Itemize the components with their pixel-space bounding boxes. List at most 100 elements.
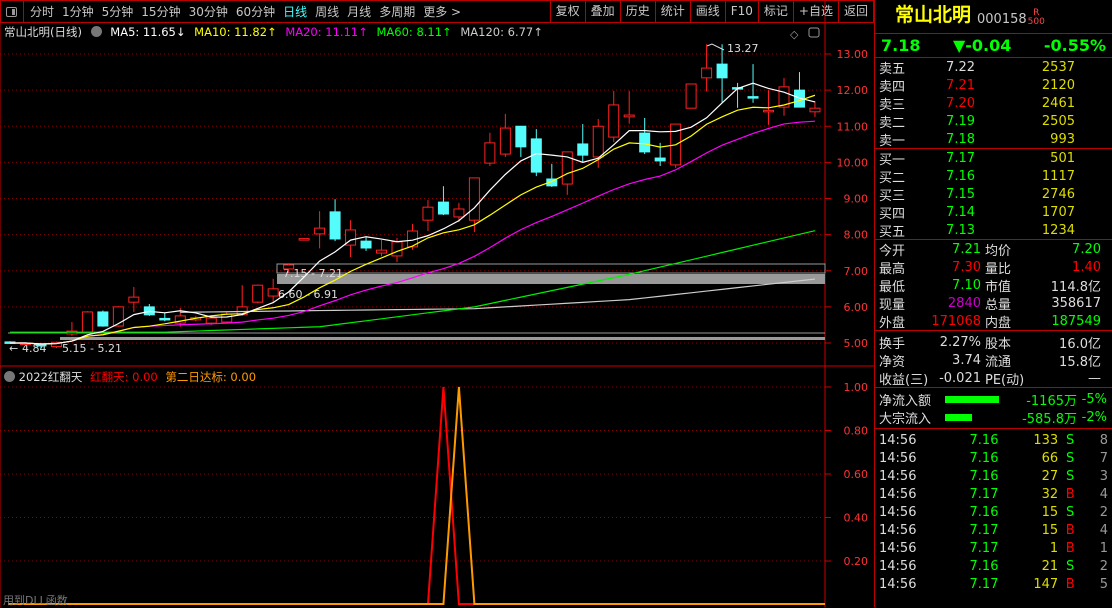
tick-price: 7.16 bbox=[969, 432, 999, 448]
period-tab-8[interactable]: 月线 bbox=[343, 3, 375, 20]
orderbook.bids-row: 买一 7.17 501 bbox=[875, 149, 1112, 168]
y-tick-label: 6.00 bbox=[844, 301, 869, 314]
candle-body bbox=[314, 227, 326, 235]
stat-label: 市值 bbox=[985, 279, 1012, 295]
toolbar-button-8[interactable]: 返回 bbox=[837, 1, 873, 22]
candle bbox=[345, 220, 357, 258]
annotation-zone3: 5.15 - 5.21 bbox=[62, 342, 122, 355]
stat-label: 总量 bbox=[985, 297, 1012, 313]
red-signal-line bbox=[8, 386, 825, 605]
toolbar-button-5[interactable]: F10 bbox=[724, 1, 758, 22]
period-tab-3[interactable]: 15分钟 bbox=[137, 3, 184, 20]
candle-body bbox=[391, 241, 403, 257]
tick-volume: 147 bbox=[1033, 576, 1059, 592]
period-tab-10[interactable]: 更多 > bbox=[419, 3, 465, 20]
candle-body bbox=[221, 313, 233, 323]
low-arrow-icon: ← bbox=[9, 342, 18, 355]
tick-price: 7.16 bbox=[969, 450, 999, 466]
candle bbox=[778, 77, 790, 116]
candle bbox=[81, 311, 93, 333]
stock-header: 常山北明 000158 R 500 bbox=[875, 0, 1112, 34]
toolbar-button-3[interactable]: 统计 bbox=[654, 1, 690, 22]
candle bbox=[484, 132, 496, 166]
layout-toggle-icon[interactable] bbox=[6, 6, 17, 17]
toolbar-button-1[interactable]: 叠加 bbox=[584, 1, 620, 22]
indicator-settings-icon[interactable] bbox=[4, 371, 15, 382]
stat-value: 171068 bbox=[931, 313, 981, 329]
candle bbox=[360, 237, 372, 251]
orderbook.bids-label: 买一 bbox=[879, 152, 906, 168]
panel-toggle-icon[interactable] bbox=[808, 27, 820, 38]
toolbar-button-0[interactable]: 复权 bbox=[549, 1, 585, 22]
tick-count: 7 bbox=[1099, 450, 1108, 466]
tick-side: S bbox=[1066, 504, 1075, 520]
period-tab-9[interactable]: 多周期 bbox=[375, 3, 419, 20]
orderbook.bids-row: 买二 7.16 1117 bbox=[875, 167, 1112, 186]
orderbook.bids-label: 买三 bbox=[879, 188, 906, 204]
stat-label: 换手 bbox=[879, 336, 906, 352]
stat-value: 15.8亿 bbox=[1059, 354, 1101, 370]
indicator-legend: 2022红翻天 红翻天: 0.00 第二日达标: 0.00 bbox=[4, 369, 256, 385]
period-tab-2[interactable]: 5分钟 bbox=[98, 3, 138, 20]
orderbook.asks-price: 7.19 bbox=[946, 113, 975, 129]
bid-list: 买一 7.17 501 买二 7.16 1117 买三 7.15 2746 买四 7.14 1707 买… bbox=[875, 149, 1112, 240]
toolbar-button-2[interactable]: 历史 bbox=[619, 1, 655, 22]
candle-body bbox=[747, 96, 759, 99]
flow-bar-wrap bbox=[945, 392, 1007, 407]
candle-body bbox=[763, 109, 775, 113]
candle bbox=[66, 322, 78, 336]
orderbook.bids-label: 买五 bbox=[879, 224, 906, 240]
chart-title: 常山北明(日线) bbox=[4, 25, 82, 39]
tick-time: 14:56 bbox=[879, 450, 917, 466]
toolbar-button-4[interactable]: 画线 bbox=[689, 1, 725, 22]
kline-chart[interactable]: 7.15 - 7.216.60 - 6.915.15 - 5.214.8413.… bbox=[0, 0, 874, 607]
orderbook.bids-price: 7.13 bbox=[946, 222, 975, 238]
tick-volume: 15 bbox=[1041, 504, 1059, 520]
settings-circle-icon[interactable] bbox=[90, 26, 102, 37]
candle bbox=[499, 113, 511, 157]
flow-bar bbox=[945, 413, 972, 421]
toolbar-button-7[interactable]: +自选 bbox=[792, 1, 838, 22]
diamond-icon[interactable]: ◇ bbox=[790, 28, 799, 41]
period-tab-5[interactable]: 60分钟 bbox=[232, 3, 279, 20]
ma-legend: 常山北明(日线) MA5: 11.65↓ MA10: 11.82↑ MA20: … bbox=[4, 24, 548, 40]
ma5-value: MA5: 11.65↓ bbox=[110, 25, 186, 39]
stat-label: 量比 bbox=[985, 261, 1012, 277]
tick-time: 14:56 bbox=[879, 522, 917, 538]
period-tab-0[interactable]: 分时 bbox=[26, 3, 58, 20]
tick-count: 3 bbox=[1099, 468, 1108, 484]
orderbook.asks-price: 7.22 bbox=[946, 59, 975, 75]
orderbook.bids-price: 7.15 bbox=[946, 186, 975, 202]
candle bbox=[608, 90, 620, 143]
orderbook.asks-row: 卖五 7.22 2537 bbox=[875, 58, 1112, 77]
stats-fundamental: 换手 2.27% 股本 16.0亿 净资 3.74 流通 15.8亿 收益(三) -0.021 PE… bbox=[875, 331, 1112, 388]
orderbook.bids-price: 7.14 bbox=[946, 204, 975, 220]
y-tick-label: 7.00 bbox=[844, 265, 869, 278]
candle-body bbox=[809, 107, 821, 113]
candle bbox=[376, 240, 388, 257]
orderbook.asks-price: 7.18 bbox=[946, 131, 975, 147]
tick-row: 14:56 7.16 27 S 3 bbox=[875, 467, 1112, 485]
candle-body bbox=[592, 125, 604, 158]
zone-band-2 bbox=[277, 274, 825, 284]
period-tab-7[interactable]: 周线 bbox=[311, 3, 343, 20]
tick-row: 14:56 7.16 21 S 2 bbox=[875, 557, 1112, 575]
y-tick-label: 9.00 bbox=[844, 193, 869, 206]
tick-price: 7.17 bbox=[969, 486, 999, 502]
tick-volume: 66 bbox=[1041, 450, 1059, 466]
period-tab-4[interactable]: 30分钟 bbox=[185, 3, 232, 20]
candle-body bbox=[159, 317, 171, 321]
period-tab-1[interactable]: 1分钟 bbox=[58, 3, 98, 20]
candle bbox=[468, 177, 480, 233]
orderbook.bids-row: 买五 7.13 1234 bbox=[875, 221, 1112, 240]
candle bbox=[422, 199, 434, 232]
period-tab-6[interactable]: 日线 bbox=[279, 3, 311, 20]
stat-value: 1.40 bbox=[1072, 259, 1101, 275]
orderbook.asks-label: 卖四 bbox=[879, 79, 906, 95]
toolbar-button-6[interactable]: 标记 bbox=[757, 1, 793, 22]
orderbook.bids-price: 7.17 bbox=[946, 150, 975, 166]
candle bbox=[592, 119, 604, 168]
candle-body bbox=[608, 104, 620, 138]
candle bbox=[623, 90, 635, 124]
candle-body bbox=[376, 249, 388, 254]
